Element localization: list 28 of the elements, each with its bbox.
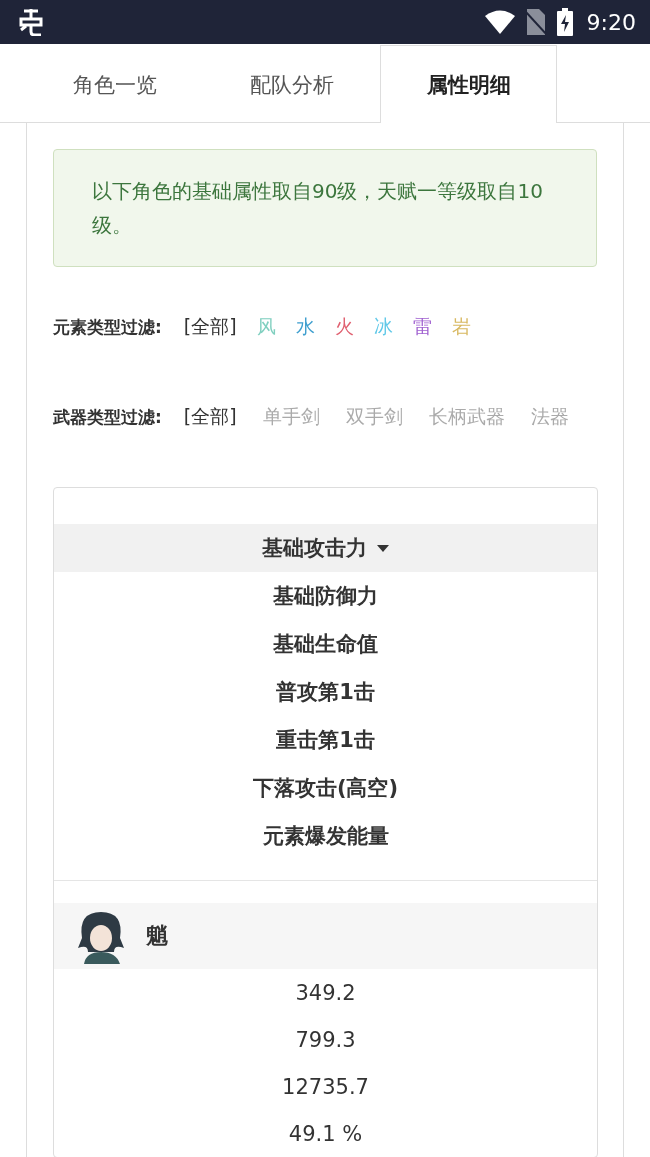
filter-label: 元素类型过滤: (53, 315, 162, 339)
no-sim-icon (524, 9, 547, 35)
element-filter-option[interactable]: [全部] (183, 314, 237, 340)
filter-label: 武器类型过滤: (53, 405, 162, 429)
battery-charging-icon (556, 8, 573, 36)
sort-option[interactable]: 下落攻击(高空) (54, 764, 597, 812)
element-filter-option[interactable]: 雷 (412, 314, 432, 340)
info-notice: 以下角色的基础属性取自90级，天赋一等级取自10级。 (53, 149, 597, 267)
sort-option[interactable]: 元素爆发能量 (54, 812, 597, 860)
weapon-filter-option[interactable]: [全部] (183, 404, 237, 430)
stat-value: 349.2 (294, 979, 357, 1007)
sort-option[interactable]: 重击第1击 (54, 716, 597, 764)
stat-value: 799.3 (294, 1026, 357, 1054)
sort-option[interactable]: 基础攻击力 (54, 524, 597, 572)
caret-down-icon (377, 544, 389, 552)
tab[interactable]: 角色一览 (26, 46, 203, 123)
tab[interactable]: 属性明细 (380, 45, 557, 123)
character-name: 魈 (146, 922, 168, 950)
element-filter-option[interactable]: 火 (334, 314, 354, 340)
sort-option[interactable]: 基础防御力 (54, 572, 597, 620)
tab[interactable]: 配队分析 (203, 46, 380, 123)
stat-value: 49.1 % (287, 1120, 364, 1148)
character-row[interactable]: 魈 (54, 903, 597, 969)
sort-option[interactable]: 基础生命值 (54, 620, 597, 668)
clock-time: 9:20 (586, 9, 636, 35)
stat-value: 12735.7 (281, 1073, 370, 1101)
sort-option[interactable]: 普攻第1击 (54, 668, 597, 716)
wifi-icon (484, 10, 515, 34)
